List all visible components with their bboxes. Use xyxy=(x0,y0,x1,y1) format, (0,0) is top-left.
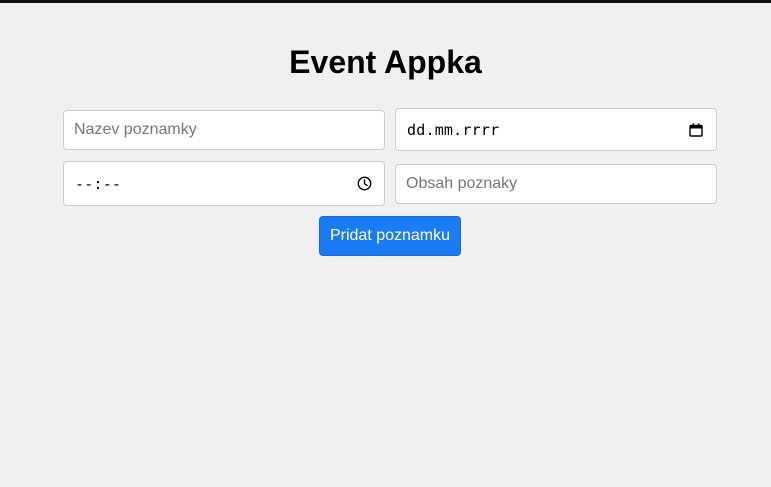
top-window-border xyxy=(0,0,771,3)
note-name-input[interactable] xyxy=(64,111,384,149)
note-content-input[interactable] xyxy=(396,165,716,203)
time-field[interactable]: --:-- xyxy=(63,161,385,206)
calendar-icon[interactable] xyxy=(688,122,704,138)
note-name-field[interactable] xyxy=(63,110,385,150)
clock-icon[interactable] xyxy=(356,176,372,192)
add-note-button[interactable]: Pridat poznamku xyxy=(319,216,461,256)
page-title: Event Appka xyxy=(289,44,482,80)
date-value: dd.mm.rrrr xyxy=(407,120,500,139)
time-value: --:-- xyxy=(75,174,122,193)
date-field[interactable]: dd.mm.rrrr xyxy=(395,108,717,151)
note-content-field[interactable] xyxy=(395,164,717,204)
